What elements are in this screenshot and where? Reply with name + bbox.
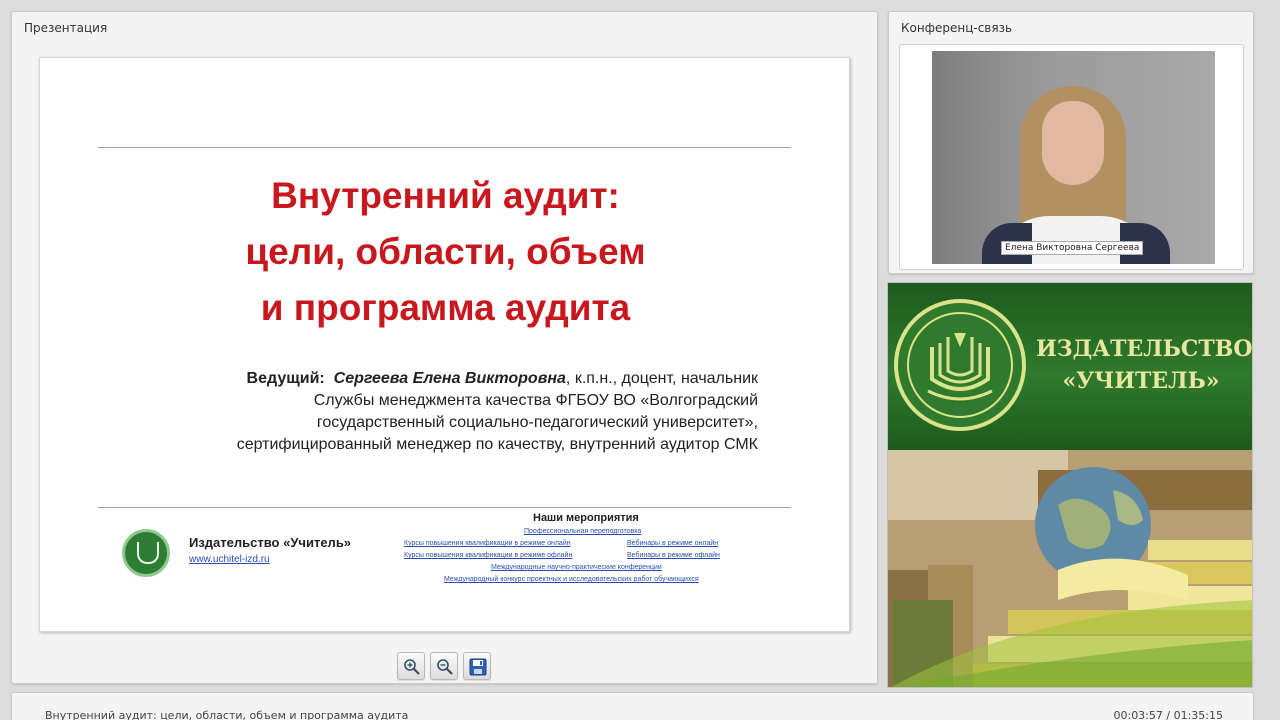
- presentation-panel-title: Презентация: [24, 21, 108, 35]
- event-link[interactable]: Вебинары в режиме офлайн: [627, 552, 720, 559]
- books-globe-illustration: [888, 450, 1252, 687]
- status-presentation-title: Внутренний аудит: цели, области, объем и…: [45, 709, 409, 720]
- event-link[interactable]: Международный конкурс проектных и исслед…: [444, 576, 699, 583]
- slide-title-line: и программа аудита: [260, 287, 631, 328]
- slide-title-line: цели, области, объем: [245, 231, 646, 272]
- event-link[interactable]: Международные научно-практические конфер…: [491, 564, 662, 571]
- participant-video[interactable]: Елена Викторовна Сергеева: [932, 51, 1215, 264]
- zoom-in-button[interactable]: [397, 652, 425, 680]
- status-bar: Внутренний аудит: цели, области, объем и…: [11, 692, 1254, 720]
- banner-books-image: [888, 450, 1252, 687]
- slide-divider-top: [98, 147, 791, 148]
- presenter-line: Ведущий: Сергеева Елена Викторовна, к.п.…: [100, 368, 758, 390]
- event-link[interactable]: Вебинары в режиме онлайн: [627, 540, 718, 547]
- events-heading: Наши мероприятия: [533, 512, 639, 524]
- conference-panel: Конференц-связь Елена Викторовна Сергеев…: [888, 11, 1254, 274]
- zoom-in-icon: [404, 659, 420, 675]
- participant-name-label: Елена Викторовна Сергеева: [1001, 241, 1144, 255]
- playback-time: 00:03:57 / 01:35:15: [1113, 709, 1223, 720]
- publisher-url-link[interactable]: www.uchitel-izd.ru: [189, 554, 270, 565]
- video-frame: Елена Викторовна Сергеева: [899, 44, 1244, 270]
- presenter-line: Службы менеджмента качества ФГБОУ ВО «Во…: [313, 392, 758, 409]
- floppy-disk-icon: [469, 658, 487, 676]
- zoom-out-button[interactable]: [430, 652, 458, 680]
- presenter-label: Ведущий:: [246, 370, 325, 387]
- presenter-info: Ведущий: Сергеева Елена Викторовна, к.п.…: [100, 368, 758, 456]
- zoom-out-icon: [437, 659, 453, 675]
- book-leaf-logo-icon: [907, 312, 1013, 418]
- presentation-slide: Внутренний аудит: цели, области, объем и…: [39, 57, 850, 632]
- conference-panel-title: Конференц-связь: [901, 21, 1013, 35]
- event-link[interactable]: Профессиональная переподготовка: [524, 528, 641, 535]
- presenter-title: , к.п.н., доцент, начальник: [565, 370, 758, 387]
- banner-header: ИЗДАТЕЛЬСТВО «УЧИТЕЛЬ»: [888, 283, 1253, 450]
- banner-title-line2: «УЧИТЕЛЬ»: [1062, 368, 1220, 394]
- slide-title: Внутренний аудит: цели, области, объем и…: [40, 168, 851, 336]
- publisher-banner[interactable]: ИЗДАТЕЛЬСТВО «УЧИТЕЛЬ»: [887, 282, 1253, 688]
- banner-title-line1: ИЗДАТЕЛЬСТВО: [1036, 336, 1253, 362]
- presenter-line: сертифицированный менеджер по качеству, …: [236, 436, 758, 453]
- presenter-line: государственный социально-педагогический…: [316, 414, 758, 431]
- video-figure-face: [1042, 101, 1104, 185]
- presenter-name: Сергеева Елена Викторовна: [333, 370, 566, 387]
- event-link[interactable]: Курсы повышения квалификации в режиме оф…: [404, 552, 572, 559]
- slide-divider-bottom: [98, 507, 791, 508]
- event-link[interactable]: Курсы повышения квалификации в режиме он…: [404, 540, 571, 547]
- presentation-panel: Презентация Внутренний аудит: цели, обла…: [11, 11, 878, 684]
- save-button[interactable]: [463, 652, 491, 680]
- slide-title-line: Внутренний аудит:: [271, 175, 620, 216]
- publisher-name: Издательство «Учитель»: [189, 535, 352, 550]
- banner-logo: [894, 299, 1026, 431]
- publisher-logo: [122, 529, 170, 577]
